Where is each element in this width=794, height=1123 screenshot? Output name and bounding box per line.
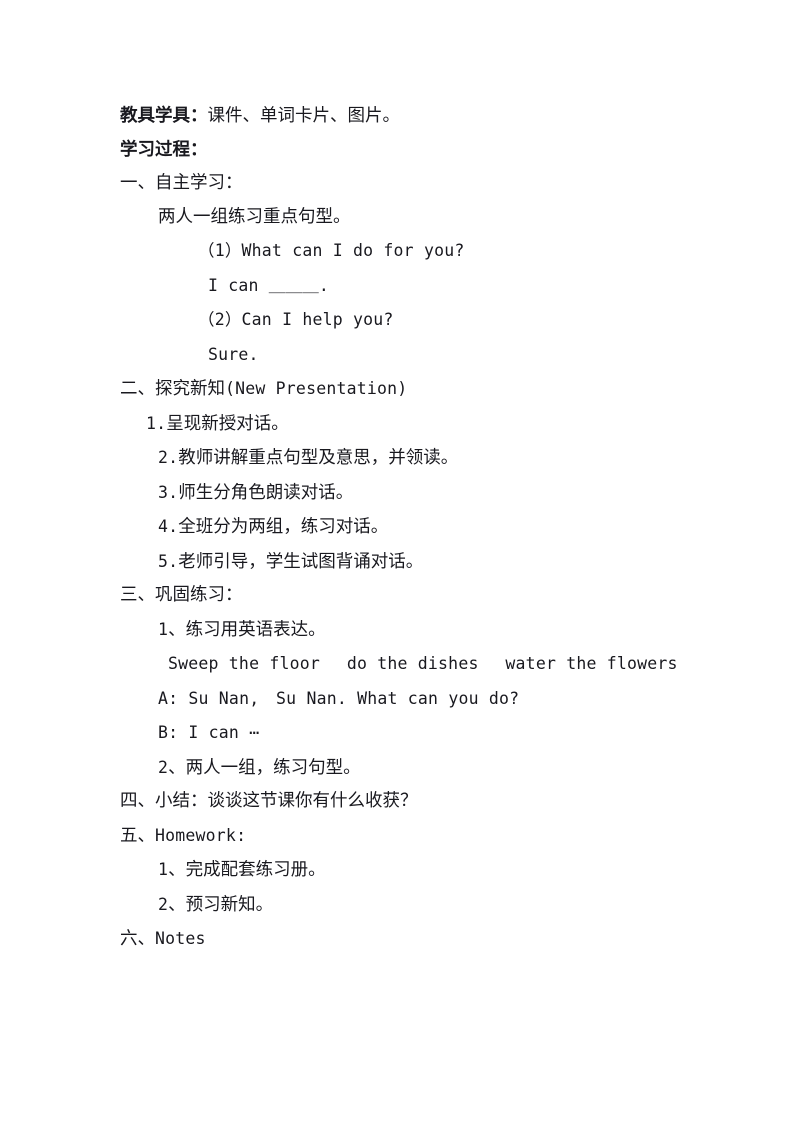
- text-run: 1: [158, 619, 169, 639]
- text-run: 四、小结：谈谈这节课你有什么收获？: [120, 791, 418, 811]
- text-run: Sweep the floor do the dishes water the …: [168, 654, 678, 673]
- text-run: 、练习用英语表达。: [168, 619, 326, 640]
- text-run: 3.: [158, 482, 179, 502]
- doc-line-teaching-aids: 教具学具：课件、单词卡片、图片。: [120, 100, 720, 134]
- doc-line-teaching-aids-label: 教具学具：: [120, 106, 208, 126]
- doc-line-a1: I can ＿＿＿.: [208, 269, 720, 304]
- doc-line-section-one: 一、自主学习：: [120, 167, 720, 201]
- document-page: 教具学具：课件、单词卡片、图片。学习过程： 一、自主学习： 两人一组练习重点句型。 （…: [0, 0, 794, 1123]
- text-run: Homework:: [155, 825, 247, 845]
- doc-line-step-1: 1.呈现新授对话。: [146, 407, 720, 442]
- doc-line-pair-practice: 两人一组练习重点句型。: [158, 201, 720, 235]
- doc-line-step-3: 3.师生分角色朗读对话。: [158, 476, 720, 511]
- text-run: 呈现新授对话。: [166, 413, 289, 434]
- text-run: 、预习新知。: [168, 894, 274, 915]
- text-run: 两人一组练习重点句型。: [158, 206, 351, 227]
- text-run: 2.: [158, 448, 179, 467]
- doc-line-consolidate-2: 2、两人一组，练习句型。: [158, 751, 720, 786]
- doc-line-dialogue-b: B: I can ⋯: [158, 716, 720, 751]
- text-run: Sure.: [208, 344, 259, 364]
- doc-line-step-5: 5.老师引导，学生试图背诵对话。: [158, 545, 720, 580]
- text-run: 二、探究新知: [120, 379, 225, 399]
- doc-line-section-four: 四、小结：谈谈这节课你有什么收获？: [120, 785, 720, 819]
- text-run: 教师讲解重点句型及意思，并领读。: [178, 448, 459, 468]
- text-run: 2: [158, 757, 169, 777]
- text-run: (New Presentation): [225, 379, 408, 398]
- text-run: 全班分为两组，练习对话。: [178, 517, 389, 537]
- doc-line-section-three: 三、巩固练习：: [120, 579, 720, 613]
- text-run: 1: [158, 860, 169, 879]
- doc-line-a2: Sure.: [208, 338, 720, 373]
- text-run: 1.: [146, 413, 167, 433]
- text-run: （2）Can I help you?: [198, 310, 394, 329]
- doc-line-learning-process: 学习过程：: [120, 134, 720, 168]
- text-run: 课件、单词卡片、图片。: [207, 106, 401, 126]
- doc-line-step-4: 4.全班分为两组，练习对话。: [158, 510, 720, 545]
- text-run: 学习过程：: [120, 139, 208, 160]
- doc-line-section-five: 五、Homework:: [120, 819, 720, 854]
- text-run: 、两人一组，练习句型。: [168, 757, 361, 778]
- doc-line-homework-2: 2、预习新知。: [158, 888, 720, 923]
- doc-line-dialogue-a: A: Su Nan, Su Nan. What can you do?: [158, 682, 720, 717]
- doc-line-step-2: 2.教师讲解重点句型及意思，并领读。: [158, 441, 720, 476]
- text-run: 5.: [158, 551, 179, 571]
- document-body: 教具学具：课件、单词卡片、图片。学习过程： 一、自主学习： 两人一组练习重点句型。 （…: [120, 100, 720, 957]
- text-run: 一、自主学习：: [120, 173, 243, 193]
- doc-line-q1: （1）What can I do for you?: [198, 234, 720, 269]
- doc-line-q2: （2）Can I help you?: [198, 303, 720, 338]
- text-run: A: Su Nan, Su Nan. What can you do?: [158, 688, 520, 708]
- text-run: 2: [158, 894, 169, 914]
- text-run: 4.: [158, 517, 179, 536]
- doc-line-phrase-row: Sweep the floor do the dishes water the …: [168, 647, 720, 682]
- doc-line-section-two: 二、探究新知(New Presentation): [120, 372, 720, 407]
- text-run: B: I can ⋯: [158, 723, 260, 742]
- text-run: 五、: [120, 825, 155, 846]
- doc-line-consolidate-1: 1、练习用英语表达。: [158, 613, 720, 648]
- text-run: 、完成配套练习册。: [168, 860, 326, 880]
- text-run: 老师引导，学生试图背诵对话。: [178, 551, 424, 572]
- doc-line-section-six: 六、Notes: [120, 922, 720, 957]
- text-run: Notes: [155, 929, 206, 948]
- text-run: 师生分角色朗读对话。: [178, 482, 354, 503]
- text-run: 三、巩固练习：: [120, 585, 243, 605]
- text-run: （1）What can I do for you?: [198, 241, 465, 260]
- doc-line-homework-1: 1、完成配套练习册。: [158, 853, 720, 888]
- text-run: 六、: [120, 929, 155, 949]
- text-run: I can ＿＿＿.: [208, 275, 330, 295]
